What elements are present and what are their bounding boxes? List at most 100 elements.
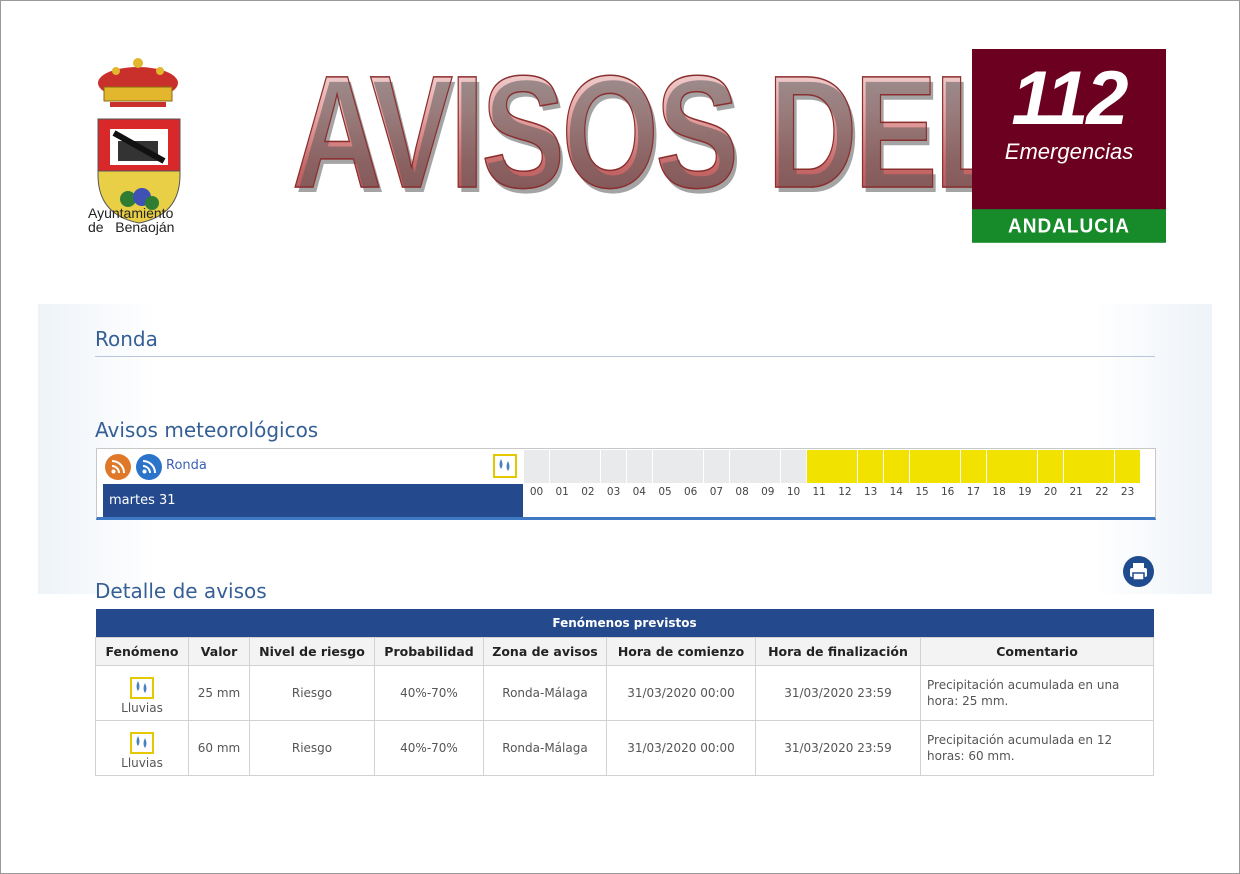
hour-cell [960,450,986,483]
coat-caption: Ayuntamiento de Benaoján [88,206,192,234]
hour-cell [986,450,1012,483]
col-header: Hora de comienzo [606,637,756,666]
hour-cell [601,450,627,483]
hour-label: 23 [1120,486,1135,498]
hour-label: 01 [555,486,569,498]
hour-cell [909,450,935,483]
hour-label: 05 [658,486,672,498]
timeline-place-link[interactable]: Ronda [166,458,207,473]
hour-label: 21 [1069,486,1083,498]
hour-label: 16 [941,486,955,498]
valor-cell: 60 mm [188,720,250,776]
comienzo-cell: 31/03/2020 00:00 [606,720,756,776]
hour-label: 11 [812,486,826,498]
hour-label: 17 [966,486,981,498]
printer-icon [1130,563,1147,581]
fin-cell: 31/03/2020 23:59 [755,720,921,776]
title-divider [95,356,1155,357]
nivel-cell: Riesgo [249,665,375,721]
hour-cell [806,450,832,483]
hour-label: 20 [1043,486,1058,498]
col-header: Valor [188,637,250,666]
rain-icon [130,732,154,754]
hour-label: 00 [529,486,544,498]
col-header: Comentario [920,637,1154,666]
col-header: Hora de finalización [755,637,921,666]
hour-label: 06 [684,486,698,498]
nivel-cell: Riesgo [249,720,375,776]
hour-label: 07 [709,486,724,498]
hour-cell [883,450,909,483]
rss-feed-icon[interactable] [105,454,131,480]
location-title: Ronda [95,327,158,351]
col-header: Zona de avisos [483,637,607,666]
print-button[interactable] [1123,556,1154,587]
hour-label: 02 [581,486,595,498]
hour-cell [781,450,806,483]
zona-cell: Ronda-Málaga [483,720,607,776]
col-header: Nivel de riesgo [249,637,375,666]
logo-112-andalucia: 112 Emergencias ANDALUCIA [972,49,1166,243]
comentario-cell: Precipitación acumulada en 12 horas: 60 … [920,720,1154,776]
hour-label: 15 [915,486,929,498]
hour-cell [524,450,549,483]
valor-cell: 25 mm [188,665,250,721]
fin-cell: 31/03/2020 23:59 [755,665,921,721]
hour-label: 10 [786,486,801,498]
table-row: Lluvias 25 mm Riesgo 40%-70% Ronda-Málag… [95,665,1154,721]
col-header: Fenómeno [95,637,189,666]
weather-warnings-title: Avisos meteorológicos [95,418,319,442]
logo-112-region: ANDALUCIA [972,209,1166,243]
rain-icon [130,677,154,699]
logo-112-subtitle: Emergencias [1004,139,1134,164]
comentario-cell: Precipitación acumulada en una hora: 25 … [920,665,1154,721]
hour-cell [858,450,884,483]
hour-cell [703,450,729,483]
hour-label: 09 [761,486,775,498]
hour-cell [832,450,858,483]
hour-cell [1063,450,1089,483]
fenomeno-label: Lluvias [121,756,163,770]
fenomeno-cell: Lluvias [95,665,189,721]
probabilidad-cell: 40%-70% [374,720,484,776]
hour-label: 12 [838,486,852,498]
table-row: Lluvias 60 mm Riesgo 40%-70% Ronda-Málag… [95,720,1154,776]
hour-label: 03 [606,486,621,498]
hour-cell [729,450,755,483]
hour-label: 22 [1095,486,1109,498]
warning-details-title: Detalle de avisos [95,579,267,603]
probabilidad-cell: 40%-70% [374,665,484,721]
hour-cell [755,450,781,483]
fenomeno-cell: Lluvias [95,720,189,776]
table-title: Fenómenos previstos [95,609,1154,638]
hour-cell [1089,450,1115,483]
hour-cell [626,450,652,483]
comienzo-cell: 31/03/2020 00:00 [606,665,756,721]
hour-label: 08 [735,486,749,498]
timeline-day-label: martes 31 [103,484,523,517]
hour-cell [652,450,678,483]
hour-label: 04 [632,486,646,498]
page-banner-title: AVISOS DEL [291,42,1011,221]
zona-cell: Ronda-Málaga [483,665,607,721]
warning-timeline: Ronda martes 31 00 01 02 03 04 05 06 07 08 09 10 11… [96,448,1156,520]
hour-cell [549,450,575,483]
hour-label: 19 [1018,486,1032,498]
hour-cell [678,450,704,483]
logo-112-number: 112 [1011,56,1128,141]
hour-label: 13 [863,486,878,498]
hour-cell [935,450,961,483]
hour-cell [1012,450,1038,483]
hour-cell [1038,450,1063,483]
warnings-table: Fenómenos previstos Fenómeno Valor Nivel… [95,609,1154,776]
coat-caption-line2: de Benaoján [88,219,175,235]
hour-cell [1115,450,1141,483]
hour-label: 14 [889,486,903,498]
hour-label: 18 [992,486,1006,498]
hour-cell [575,450,601,483]
col-header: Probabilidad [374,637,484,666]
rain-icon [493,454,517,478]
rss-feed-icon-blue[interactable] [136,454,162,480]
fenomeno-label: Lluvias [121,701,163,715]
coat-caption-line1: Ayuntamiento [88,205,174,221]
